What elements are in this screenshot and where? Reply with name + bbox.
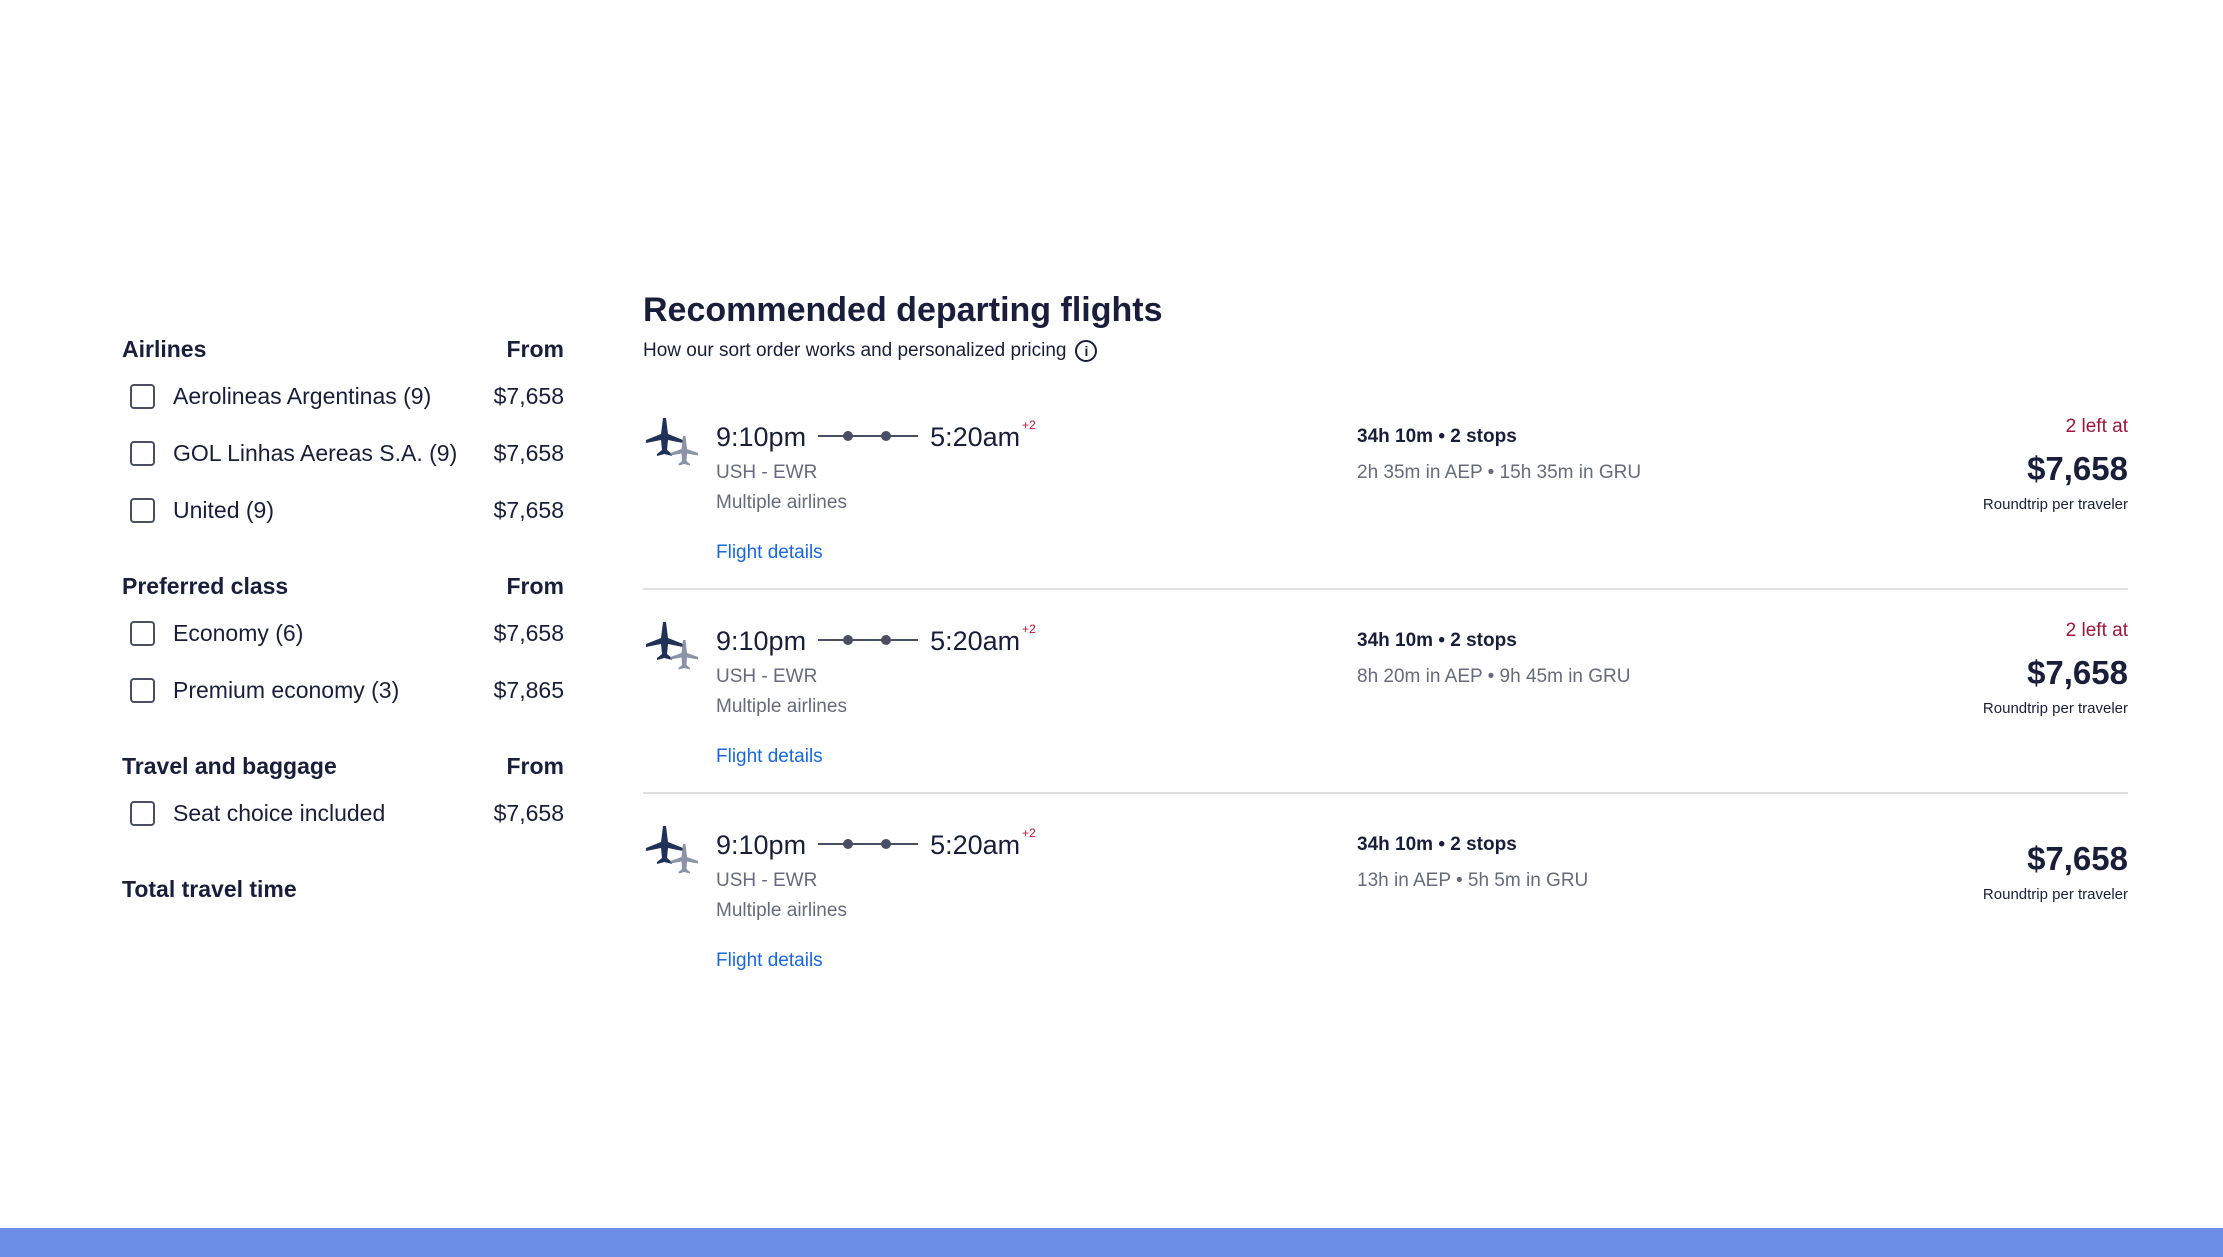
flight-duration: 34h 10m • 2 stops 13h in AEP • 5h 5m in … xyxy=(1357,834,1657,896)
filter-option-price: $7,658 xyxy=(493,383,564,409)
filter-option-premium-economy[interactable]: Premium economy (3) $7,865 xyxy=(122,662,564,719)
route-airports: USH - EWR xyxy=(716,462,818,483)
results-panel: Recommended departing flights How our so… xyxy=(643,288,2128,996)
multiple-airlines-plane-icon xyxy=(646,622,698,670)
filter-option-price: $7,658 xyxy=(493,620,564,646)
two-stop-route-icon xyxy=(818,431,919,441)
flight-details-link[interactable]: Flight details xyxy=(716,950,823,972)
airlines-from-label: From xyxy=(506,335,565,362)
flight-leg: 9:10pm 5:20am +2 USH - EWR Multiple airl… xyxy=(716,418,1036,564)
filter-option-seat-choice[interactable]: Seat choice included $7,658 xyxy=(122,785,564,842)
airlines-filter-header: Airlines From xyxy=(122,330,564,368)
checkbox[interactable] xyxy=(130,441,155,466)
filter-option-price: $7,658 xyxy=(493,440,564,466)
checkbox[interactable] xyxy=(130,621,155,646)
flight-card[interactable]: 9:10pm 5:20am +2 USH - EWR Multiple airl… xyxy=(643,590,2128,794)
bottom-bar xyxy=(0,1228,2223,1257)
two-stop-route-icon xyxy=(818,635,919,645)
filter-option-label: Seat choice included xyxy=(173,800,386,826)
multiple-airlines-plane-icon xyxy=(646,418,698,466)
duration-stops-summary: 34h 10m • 2 stops xyxy=(1357,630,1517,651)
filter-option-label: United (9) xyxy=(173,497,274,523)
filter-option-label: Premium economy (3) xyxy=(173,677,400,703)
layover-details: 8h 20m in AEP • 9h 45m in GRU xyxy=(1357,666,1631,687)
checkbox[interactable] xyxy=(130,498,155,523)
departure-time: 9:10pm xyxy=(716,422,807,452)
travel-baggage-from-label: From xyxy=(506,752,565,779)
checkbox[interactable] xyxy=(130,801,155,826)
departure-time: 9:10pm xyxy=(716,830,807,860)
duration-stops-summary: 34h 10m • 2 stops xyxy=(1357,426,1517,447)
layover-details: 13h in AEP • 5h 5m in GRU xyxy=(1357,870,1589,891)
airlines-filter-title: Airlines xyxy=(122,335,207,362)
travel-baggage-title: Travel and baggage xyxy=(122,752,337,779)
price-note: Roundtrip per traveler xyxy=(1982,496,2128,513)
checkbox[interactable] xyxy=(130,678,155,703)
price-block: $7,658 Roundtrip per traveler xyxy=(1808,834,2128,903)
operating-airlines: Multiple airlines xyxy=(716,696,847,717)
preferred-class-from-label: From xyxy=(506,572,565,599)
plus-days-badge: +2 xyxy=(1022,826,1036,840)
flight-price: $7,658 xyxy=(2027,450,2128,487)
flight-leg: 9:10pm 5:20am +2 USH - EWR Multiple airl… xyxy=(716,826,1036,972)
flight-card[interactable]: 9:10pm 5:20am +2 USH - EWR Multiple airl… xyxy=(643,386,2128,590)
filter-option-aerolineas[interactable]: Aerolineas Argentinas (9) $7,658 xyxy=(122,368,564,425)
info-circle-icon[interactable]: i xyxy=(1075,340,1098,362)
preferred-class-filter: Preferred class From Economy (6) $7,658 … xyxy=(122,567,564,719)
price-block: 2 left at $7,658 Roundtrip per traveler xyxy=(1808,416,2128,513)
route-airports: USH - EWR xyxy=(716,870,818,891)
plus-days-badge: +2 xyxy=(1022,418,1036,432)
flight-times: 9:10pm 5:20am +2 xyxy=(716,622,1036,662)
page-title: Recommended departing flights xyxy=(643,291,1163,329)
duration-stops-summary: 34h 10m • 2 stops xyxy=(1357,834,1517,855)
filter-option-united[interactable]: United (9) $7,658 xyxy=(122,482,564,539)
flight-duration: 34h 10m • 2 stops 8h 20m in AEP • 9h 45m… xyxy=(1357,630,1657,692)
plus-days-badge: +2 xyxy=(1022,622,1036,636)
seats-left-notice: 2 left at xyxy=(2065,620,2128,641)
operating-airlines: Multiple airlines xyxy=(716,900,847,921)
filter-option-economy[interactable]: Economy (6) $7,658 xyxy=(122,605,564,662)
flight-times: 9:10pm 5:20am +2 xyxy=(716,418,1036,458)
price-note: Roundtrip per traveler xyxy=(1982,700,2128,717)
flight-leg: 9:10pm 5:20am +2 USH - EWR Multiple airl… xyxy=(716,622,1036,768)
price-note: Roundtrip per traveler xyxy=(1982,886,2128,903)
flight-price: $7,658 xyxy=(2027,840,2128,877)
operating-airlines: Multiple airlines xyxy=(716,492,847,513)
flight-duration: 34h 10m • 2 stops 2h 35m in AEP • 15h 35… xyxy=(1357,426,1657,488)
departure-time: 9:10pm xyxy=(716,626,807,656)
arrival-time: 5:20am xyxy=(930,422,1021,452)
filter-option-gol[interactable]: GOL Linhas Aereas S.A. (9) $7,658 xyxy=(122,425,564,482)
airlines-filter: Airlines From Aerolineas Argentinas (9) … xyxy=(122,330,564,539)
filter-option-label: Economy (6) xyxy=(173,620,304,646)
flight-times: 9:10pm 5:20am +2 xyxy=(716,826,1036,866)
filter-option-label: Aerolineas Argentinas (9) xyxy=(173,383,432,409)
seats-left-notice: 2 left at xyxy=(2065,416,2128,437)
checkbox[interactable] xyxy=(130,384,155,409)
sort-order-note[interactable]: How our sort order works and personalize… xyxy=(643,336,2128,366)
filters-sidebar: Airlines From Aerolineas Argentinas (9) … xyxy=(122,330,564,908)
flight-price: $7,658 xyxy=(2027,654,2128,691)
total-travel-time-header: Total travel time xyxy=(122,870,564,908)
filter-option-label: GOL Linhas Aereas S.A. (9) xyxy=(173,440,458,466)
layover-details: 2h 35m in AEP • 15h 35m in GRU xyxy=(1357,462,1642,483)
travel-baggage-filter: Travel and baggage From Seat choice incl… xyxy=(122,747,564,842)
flight-card[interactable]: 9:10pm 5:20am +2 USH - EWR Multiple airl… xyxy=(643,794,2128,996)
flight-details-link[interactable]: Flight details xyxy=(716,746,823,768)
arrival-time: 5:20am xyxy=(930,626,1021,656)
travel-baggage-header: Travel and baggage From xyxy=(122,747,564,785)
preferred-class-title: Preferred class xyxy=(122,572,289,599)
sort-order-note-text: How our sort order works and personalize… xyxy=(643,340,1067,361)
filter-option-price: $7,658 xyxy=(493,800,564,826)
filter-option-price: $7,865 xyxy=(493,677,564,703)
two-stop-route-icon xyxy=(818,839,919,849)
multiple-airlines-plane-icon xyxy=(646,826,698,874)
total-travel-time-title: Total travel time xyxy=(122,875,297,902)
filter-option-price: $7,658 xyxy=(493,497,564,523)
route-airports: USH - EWR xyxy=(716,666,818,687)
preferred-class-header: Preferred class From xyxy=(122,567,564,605)
arrival-time: 5:20am xyxy=(930,830,1021,860)
flight-details-link[interactable]: Flight details xyxy=(716,542,823,564)
price-block: 2 left at $7,658 Roundtrip per traveler xyxy=(1808,620,2128,717)
